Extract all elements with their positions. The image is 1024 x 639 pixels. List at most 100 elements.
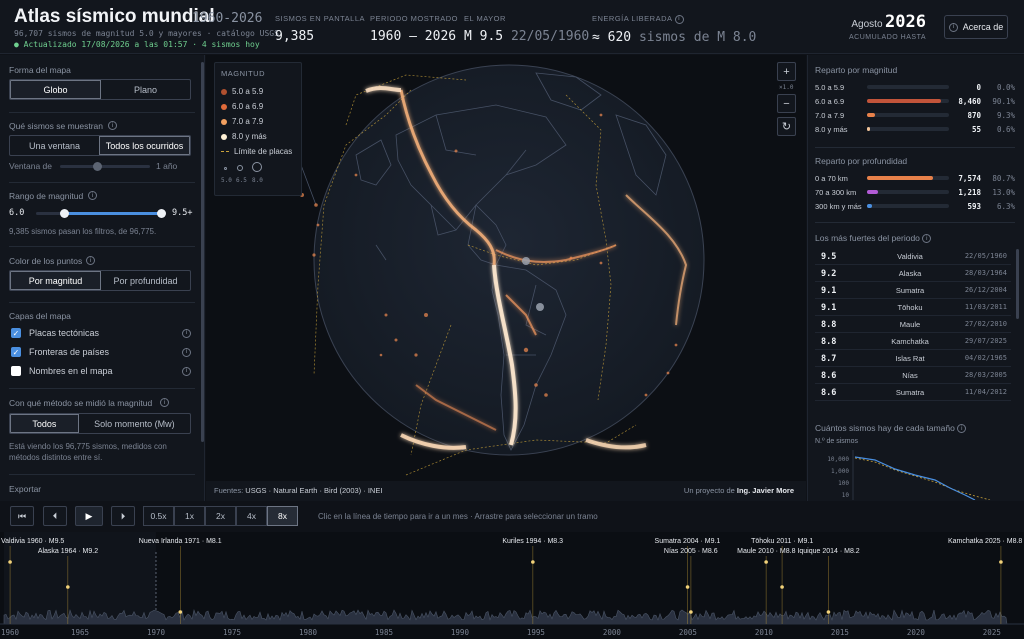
quake-row[interactable]: 9.2 Alaska 28/03/1964 [815,265,1011,282]
left-scrollbar[interactable] [201,62,204,442]
info-icon[interactable]: i [182,366,191,376]
about-button[interactable]: i Acerca de [944,15,1008,39]
step-back-icon[interactable]: ⏴ [43,506,67,526]
stat-energy: ENERGÍA LIBERADA i ≈ 620 sismos de M 8.0 [592,14,756,45]
breakdown-row: 8.0 y más 55 0.6% [815,123,1015,136]
section-title: Qué sismos se muestran [9,121,104,131]
range-max-thumb[interactable] [157,209,166,218]
range-min-thumb[interactable] [59,209,69,218]
energy-label: ENERGÍA LIBERADA [592,14,673,23]
checkbox[interactable]: ✓ [11,347,21,357]
quake-row[interactable]: 8.8 Maule 27/02/2010 [815,316,1011,333]
year-tick: 1980 [298,628,317,637]
legend-label: 5.0 a 5.9 [232,87,264,96]
checkbox[interactable] [11,366,21,376]
speed-option-active[interactable]: 8x [267,506,298,526]
row-pct: 80.7% [992,174,1015,183]
info-icon[interactable]: i [108,121,117,130]
step-forward-icon[interactable]: ⏵ [111,506,135,526]
speed-option[interactable]: 2x [205,506,236,526]
section-title[interactable]: Exportar [9,484,41,494]
info-icon[interactable]: i [86,256,95,265]
zoom-out-button[interactable]: − [777,94,796,113]
event-marker-dot [999,560,1003,564]
info-icon[interactable]: i [160,398,169,407]
checkbox[interactable]: ✓ [11,328,21,338]
magnitude-legend: MAGNITUD 5.0 a 5.9 6.0 a 6.9 7.0 a 7.9 8… [214,62,302,196]
timeline-chart[interactable] [0,532,1024,639]
speed-option[interactable]: 1x [174,506,205,526]
info-icon[interactable]: i [88,191,97,200]
option-window[interactable]: Una ventana [10,136,99,155]
bar-track [867,113,949,117]
year-tick: 2000 [602,628,621,637]
legend-label: 7.0 a 7.9 [232,117,264,126]
size-label: 8.0 [252,177,263,184]
option-by-depth[interactable]: Por profundidad [101,271,190,290]
legend-label: Límite de placas [234,147,293,156]
divider [9,246,195,247]
year-tick: 1970 [146,628,166,637]
option-all[interactable]: Todos los ocurridos [99,136,190,155]
year-tick: 2020 [906,628,925,637]
bar-fill [867,113,875,117]
zoom-in-button[interactable]: + [777,62,796,81]
layer-label: Nombres en el mapa [29,366,113,376]
reset-view-icon[interactable]: ↻ [777,117,796,136]
legend-swatch [221,118,227,125]
bar-track [867,127,949,131]
credit-name[interactable]: Ing. Javier More [737,486,794,495]
option-moment-only[interactable]: Solo momento (Mw) [79,414,190,433]
option-flat[interactable]: Plano [101,80,190,99]
option-globe[interactable]: Globo [10,80,101,99]
quake-row[interactable]: 8.8 Kamchatka 29/07/2025 [815,333,1011,350]
section-title: Los más fuertes del periodo i [815,233,932,244]
size-dot-large [252,162,262,172]
legend-swatch [221,133,227,140]
legend-item: 6.0 a 6.9 [221,99,295,114]
timeline-window [4,532,156,624]
quake-row[interactable]: 8.7 Islas Rat 04/02/1965 [815,350,1011,367]
event-label: Alaska 1964 · M9.2 [37,548,99,555]
stat-value: M 9.5 22/05/1960 [464,29,589,44]
skip-start-icon[interactable]: ⏮ [10,506,34,526]
info-icon[interactable]: i [922,234,932,244]
right-scrollbar[interactable] [1016,249,1019,319]
row-label: 7.0 a 7.9 [815,111,845,120]
size-dot-medium [237,165,243,171]
bar-fill [867,204,873,208]
window-slider[interactable] [60,162,150,171]
slider-thumb[interactable] [93,162,102,171]
row-count: 8,460 [958,97,981,106]
magnitude-range-slider[interactable] [36,209,166,218]
info-icon[interactable]: i [957,424,967,434]
quake-row[interactable]: 9.1 Tōhoku 11/03/2011 [815,299,1011,316]
info-icon[interactable]: i [182,347,191,357]
quake-row[interactable]: 9.5 Valdivia 22/05/1960 [815,248,1011,265]
quake-row[interactable]: 9.1 Sumatra 26/12/2004 [815,282,1011,299]
which-quakes-toggle: Una ventana Todos los ocurridos [9,135,191,156]
option-all-methods[interactable]: Todos [10,414,79,433]
speed-option[interactable]: 4x [236,506,267,526]
layer-names[interactable]: Nombres en el mapa i [11,364,191,378]
quake-date: 28/03/1964 [964,269,1007,277]
gutenberg-richter-chart: 10,000 1,000 100 10 [827,450,991,500]
map-view[interactable]: MAGNITUD 5.0 a 5.9 6.0 a 6.9 7.0 a 7.9 8… [206,55,806,501]
timeline[interactable]: Valdivia 1960 · M9.5 Alaska 1964 · M9.2 Nu… [0,532,1024,639]
layer-borders[interactable]: ✓ Fronteras de países i [11,345,191,359]
quake-row[interactable]: 8.6 Nías 28/03/2005 [815,367,1011,384]
layer-plates[interactable]: ✓ Placas tectónicas i [11,326,191,340]
info-icon[interactable]: i [182,328,191,338]
stat-on-screen: SISMOS EN PANTALLA 9,385 [275,14,365,44]
controls-panel: Forma del mapa Globo Plano Qué sismos se… [0,55,205,501]
app-title: Atlas sísmico mundial [14,6,215,27]
legend-item: 8.0 y más [221,129,295,144]
quake-row[interactable]: 8.6 Sumatra 11/04/2012 [815,384,1011,401]
month-name: Agosto [851,19,883,30]
speed-option[interactable]: 0.5x [143,506,174,526]
info-icon[interactable]: i [674,14,684,24]
option-by-magnitude[interactable]: Por magnitud [10,271,101,290]
event-label: Kamchatka 2025 · M8.8 [948,538,1023,545]
play-icon[interactable]: ▶ [75,506,103,526]
quake-mag: 8.8 [821,320,837,330]
